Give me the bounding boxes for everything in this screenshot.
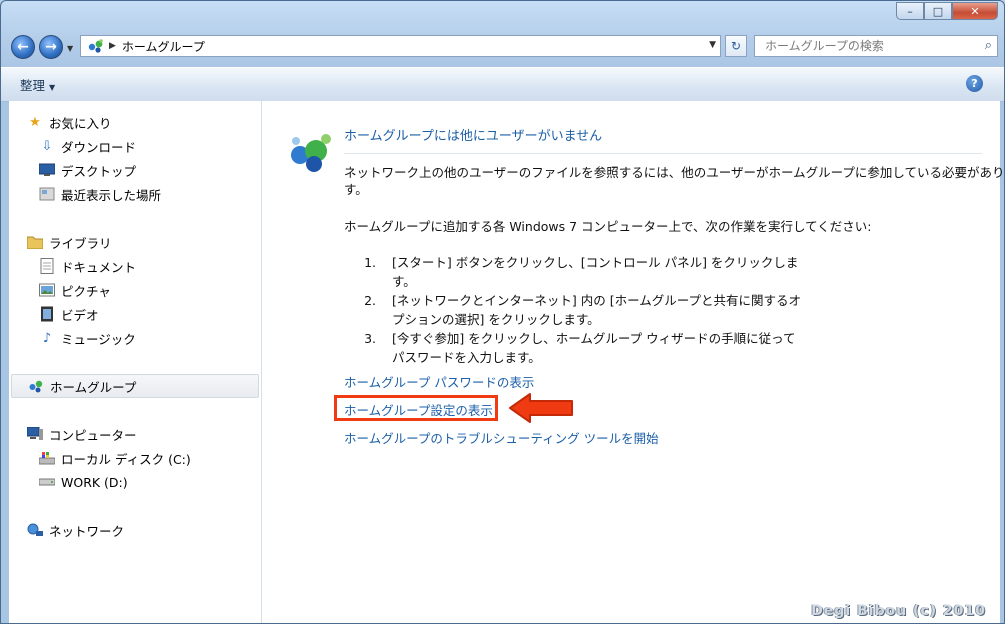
back-arrow-icon: ← bbox=[17, 39, 29, 55]
search-input[interactable] bbox=[763, 38, 977, 54]
command-bar: 整理 ▼ ? bbox=[1, 67, 1004, 102]
organize-label: 整理 bbox=[20, 78, 46, 93]
sidebar-item-music[interactable]: ♪ ミュージック bbox=[39, 327, 136, 349]
sidebar-item-label: お気に入り bbox=[49, 115, 112, 131]
forward-arrow-icon: → bbox=[45, 39, 57, 55]
sidebar-item-local-disk[interactable]: ローカル ディスク (C:) bbox=[39, 447, 191, 469]
close-button[interactable]: ✕ bbox=[952, 2, 998, 20]
sidebar-item-label: ミュージック bbox=[61, 331, 136, 347]
sidebar-item-favorites[interactable]: ★ お気に入り bbox=[27, 111, 112, 133]
video-icon bbox=[39, 306, 55, 322]
sidebar-item-documents[interactable]: ドキュメント bbox=[39, 255, 136, 277]
list-item: 1. [スタート] ボタンをクリックし、[コントロール パネル] をクリックしま… bbox=[344, 253, 824, 291]
list-item: 3. [今すぐ参加] をクリックし、ホームグループ ウィザードの手順に従ってパス… bbox=[344, 329, 824, 367]
instruction-text: ホームグループに追加する各 Windows 7 コンピューター上で、次の作業を実… bbox=[344, 219, 872, 234]
sidebar-item-label: ネットワーク bbox=[49, 523, 125, 539]
divider bbox=[344, 153, 982, 154]
troubleshoot-link[interactable]: ホームグループのトラブルシューティング ツールを開始 bbox=[344, 428, 659, 447]
search-icon[interactable]: ⌕ bbox=[985, 38, 992, 53]
sidebar-item-computer[interactable]: コンピューター bbox=[27, 423, 137, 445]
sidebar-item-desktop[interactable]: デスクトップ bbox=[39, 159, 136, 181]
help-button[interactable]: ? bbox=[966, 75, 983, 92]
steps-list: 1. [スタート] ボタンをクリックし、[コントロール パネル] をクリックしま… bbox=[344, 253, 824, 367]
recent-places-icon bbox=[39, 186, 55, 202]
sidebar-item-label: ローカル ディスク (C:) bbox=[61, 451, 191, 467]
sidebar-item-label: ホームグループ bbox=[50, 379, 137, 395]
address-bar[interactable]: ▶ ホームグループ ▼ bbox=[80, 35, 721, 57]
local-disk-icon bbox=[39, 450, 55, 466]
chevron-down-icon: ▼ bbox=[67, 44, 74, 53]
drive-icon bbox=[39, 474, 55, 490]
sidebar-item-label: ダウンロード bbox=[61, 139, 137, 155]
download-icon: ⇩ bbox=[41, 138, 53, 154]
breadcrumb-separator-icon: ▶ bbox=[109, 41, 116, 51]
step-number: 3. bbox=[364, 331, 376, 346]
sidebar-item-label: ドキュメント bbox=[61, 259, 137, 275]
sidebar-item-label: ピクチャ bbox=[61, 283, 111, 299]
step-text: [スタート] ボタンをクリックし、[コントロール パネル] をクリックします。 bbox=[392, 255, 799, 289]
minimize-button[interactable]: – bbox=[896, 2, 924, 20]
step-text: [ネットワークとインターネット] 内の [ホームグループと共有に関するオプション… bbox=[392, 293, 801, 327]
sidebar-item-pictures[interactable]: ピクチャ bbox=[39, 279, 111, 301]
back-button[interactable]: ← bbox=[11, 35, 35, 59]
sidebar-item-label: ビデオ bbox=[61, 307, 99, 323]
window-controls: – □ ✕ bbox=[896, 2, 998, 20]
sidebar-item-homegroup[interactable]: ホームグループ bbox=[11, 374, 259, 398]
sidebar-item-label: 最近表示した場所 bbox=[61, 187, 162, 203]
intro-text-line-2: す。 bbox=[344, 182, 368, 197]
explorer-window: – □ ✕ ← → ▼ ▶ ホームグループ ▼ ↻ ⌕ 整理▼ ? ★お気に入り bbox=[0, 0, 1005, 624]
search-box[interactable]: ⌕ bbox=[754, 35, 998, 57]
chevron-down-icon: ▼ bbox=[49, 83, 56, 92]
content-pane: ホームグループには他にユーザーがいません ネットワーク上の他のユーザーのファイル… bbox=[262, 101, 1004, 623]
watermark: Degi Bibou (c) 2010 bbox=[811, 603, 986, 619]
homegroup-large-icon bbox=[291, 134, 331, 172]
document-icon bbox=[39, 258, 55, 274]
recent-pages-dropdown[interactable]: ▼ bbox=[67, 44, 73, 53]
step-number: 1. bbox=[364, 255, 376, 270]
organize-button[interactable]: 整理 ▼ bbox=[20, 75, 55, 94]
refresh-button[interactable]: ↻ bbox=[725, 35, 747, 57]
navigation-bar: ← → ▼ ▶ ホームグループ ▼ ↻ ⌕ bbox=[1, 31, 1004, 63]
show-password-link[interactable]: ホームグループ パスワードの表示 bbox=[344, 372, 534, 391]
step-text: [今すぐ参加] をクリックし、ホームグループ ウィザードの手順に従ってパスワード… bbox=[392, 331, 796, 365]
homegroup-icon bbox=[88, 39, 103, 53]
left-arrow-icon bbox=[509, 393, 573, 423]
picture-icon bbox=[39, 282, 55, 298]
sidebar-item-videos[interactable]: ビデオ bbox=[39, 303, 99, 325]
sidebar-item-label: デスクトップ bbox=[61, 163, 137, 179]
navigation-pane: ★ お気に入り ⇩ ダウンロード デスクトップ 最近表示した場所 ライブラリ ドキュ… bbox=[9, 101, 262, 623]
sidebar-item-label: WORK (D:) bbox=[61, 474, 128, 490]
library-icon bbox=[27, 234, 43, 250]
star-icon: ★ bbox=[29, 114, 41, 130]
intro-text-line-1: ネットワーク上の他のユーザーのファイルを参照するには、他のユーザーがホームグルー… bbox=[344, 165, 1005, 180]
desktop-icon bbox=[39, 162, 55, 178]
sidebar-item-work-drive[interactable]: WORK (D:) bbox=[39, 471, 128, 493]
homegroup-icon bbox=[28, 378, 44, 394]
address-dropdown-icon[interactable]: ▼ bbox=[709, 40, 716, 50]
sidebar-item-recent-places[interactable]: 最近表示した場所 bbox=[39, 183, 161, 205]
music-icon: ♪ bbox=[42, 330, 52, 346]
forward-button[interactable]: → bbox=[39, 35, 63, 59]
sidebar-item-network[interactable]: ネットワーク bbox=[27, 519, 124, 541]
sidebar-item-downloads[interactable]: ⇩ ダウンロード bbox=[39, 135, 136, 157]
maximize-button[interactable]: □ bbox=[924, 2, 952, 20]
breadcrumb-homegroup[interactable]: ホームグループ bbox=[122, 38, 205, 55]
computer-icon bbox=[27, 426, 43, 442]
step-number: 2. bbox=[364, 293, 376, 308]
highlight-box bbox=[334, 395, 498, 421]
sidebar-item-label: コンピューター bbox=[49, 427, 137, 443]
sidebar-item-label: ライブラリ bbox=[49, 235, 112, 251]
sidebar-item-libraries[interactable]: ライブラリ bbox=[27, 231, 112, 253]
page-title: ホームグループには他にユーザーがいません bbox=[344, 129, 603, 144]
refresh-icon: ↻ bbox=[730, 39, 742, 53]
list-item: 2. [ネットワークとインターネット] 内の [ホームグループと共有に関するオプ… bbox=[344, 291, 824, 329]
title-bar[interactable]: – □ ✕ bbox=[1, 1, 1004, 29]
network-icon bbox=[27, 522, 43, 538]
